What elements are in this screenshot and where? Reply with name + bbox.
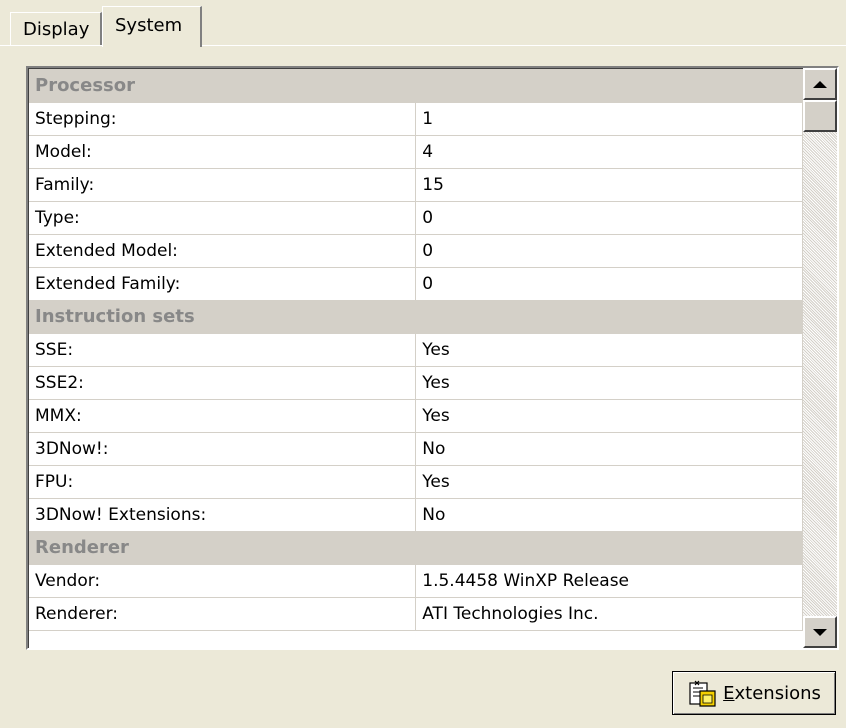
table-row[interactable]: Renderer: ATI Technologies Inc. [29,597,803,631]
property-label: 3DNow! Extensions: [29,498,417,532]
extensions-label-rest: xtensions [734,682,821,704]
property-value: 1 [415,102,803,136]
tab-display[interactable]: Display [10,12,102,46]
extensions-label-mnemonic: E [723,682,735,704]
table-row[interactable]: Vendor: 1.5.4458 WinXP Release [29,564,803,598]
property-value: Yes [415,366,803,400]
table-row[interactable]: Stepping: 1 [29,102,803,136]
property-value: No [415,432,803,466]
property-value: 4 [415,135,803,169]
table-row[interactable]: Model: 4 [29,135,803,169]
property-value: 15 [415,168,803,202]
property-label: MMX: [29,399,417,433]
table-row[interactable]: 3DNow! Extensions: No [29,498,803,532]
property-value: 0 [415,267,803,301]
vertical-scrollbar[interactable] [803,68,837,648]
property-label: Renderer: [29,597,417,631]
tab-display-label: Display [23,19,90,40]
arrow-down-icon [813,628,827,636]
property-value: Yes [415,465,803,499]
property-label: Extended Model: [29,234,417,268]
extensions-icon [689,680,716,707]
table-row[interactable]: MMX: Yes [29,399,803,433]
property-value: 0 [415,201,803,235]
property-label: Type: [29,201,417,235]
section-header-instruction-sets: Instruction sets [29,300,803,334]
table-row[interactable]: SSE2: Yes [29,366,803,400]
property-value: No [415,498,803,532]
scroll-down-button[interactable] [803,616,837,648]
arrow-up-icon [813,80,827,88]
property-label: 3DNow!: [29,432,417,466]
extensions-button-label: Extensions [723,683,821,704]
section-title: Instruction sets [29,300,803,334]
property-value: 1.5.4458 WinXP Release [415,564,803,598]
system-info-grid: Processor Stepping: 1 Model: 4 Family: 1… [28,68,803,648]
tab-divider-gap [103,45,200,47]
property-label: Vendor: [29,564,417,598]
table-row[interactable]: 3DNow!: No [29,432,803,466]
property-label: Family: [29,168,417,202]
property-label: Model: [29,135,417,169]
table-row[interactable]: SSE: Yes [29,333,803,367]
property-table: Processor Stepping: 1 Model: 4 Family: 1… [29,69,803,631]
section-header-renderer: Renderer [29,531,803,565]
property-value: 0 [415,234,803,268]
property-label: Extended Family: [29,267,417,301]
table-row[interactable]: Family: 15 [29,168,803,202]
tab-system-label: System [115,15,183,36]
section-header-processor: Processor [29,69,803,103]
table-row[interactable]: Type: 0 [29,201,803,235]
scrollbar-thumb[interactable] [803,100,837,132]
property-label: Stepping: [29,102,417,136]
property-label: SSE2: [29,366,417,400]
extensions-button[interactable]: Extensions [672,671,836,715]
property-value: ATI Technologies Inc. [415,597,803,631]
system-info-list[interactable]: Processor Stepping: 1 Model: 4 Family: 1… [26,66,839,650]
table-row[interactable]: Extended Model: 0 [29,234,803,268]
property-value: Yes [415,399,803,433]
scroll-up-button[interactable] [803,68,837,100]
property-label: FPU: [29,465,417,499]
property-value: Yes [415,333,803,367]
table-row[interactable]: Extended Family: 0 [29,267,803,301]
tab-system[interactable]: System [102,6,202,47]
section-title: Processor [29,69,803,103]
table-row[interactable]: FPU: Yes [29,465,803,499]
property-label: SSE: [29,333,417,367]
tab-strip: Display System [0,0,846,47]
section-title: Renderer [29,531,803,565]
